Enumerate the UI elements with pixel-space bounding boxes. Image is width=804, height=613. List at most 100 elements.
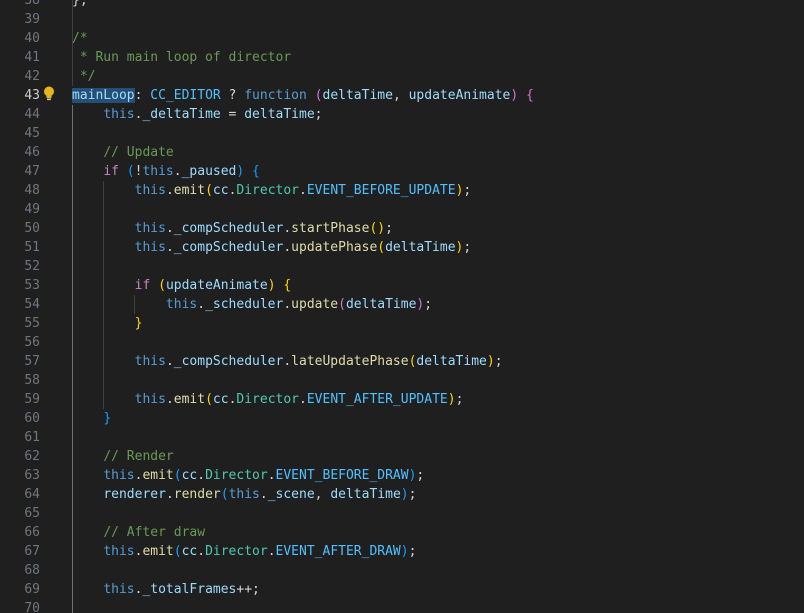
code-line[interactable]: 51 this._compScheduler.updatePhase(delta… bbox=[0, 238, 804, 257]
line-number[interactable]: 38 bbox=[0, 0, 40, 10]
code-token: . bbox=[165, 221, 174, 236]
line-number[interactable]: 45 bbox=[0, 124, 40, 143]
line-number[interactable]: 66 bbox=[0, 523, 40, 542]
line-number[interactable]: 41 bbox=[0, 48, 40, 67]
code-text[interactable]: this.emit(cc.Director.EVENT_BEFORE_DRAW)… bbox=[72, 466, 424, 485]
code-line[interactable]: 40 /* bbox=[0, 29, 804, 48]
code-token: } bbox=[134, 316, 143, 331]
code-editor[interactable]: 38}; 39 40/* 41 * Run main loop of director… bbox=[0, 0, 804, 613]
code-line[interactable]: 65 bbox=[0, 504, 804, 523]
line-number[interactable]: 57 bbox=[0, 352, 40, 371]
lightbulb-icon[interactable] bbox=[43, 86, 55, 102]
line-number[interactable]: 68 bbox=[0, 561, 40, 580]
line-number[interactable]: 70 bbox=[0, 599, 40, 613]
code-text[interactable]: mainLoop: CC_EDITOR ? function (deltaTim… bbox=[72, 86, 534, 105]
code-line[interactable]: 50 this._compScheduler.startPhase(); bbox=[0, 219, 804, 238]
code-text[interactable]: renderer.render(this._scene, deltaTime); bbox=[72, 485, 416, 504]
code-text[interactable]: // Update bbox=[72, 143, 173, 162]
code-text[interactable]: this._totalFrames++; bbox=[72, 580, 260, 599]
line-number[interactable]: 60 bbox=[0, 409, 40, 428]
line-number[interactable]: 63 bbox=[0, 466, 40, 485]
code-token: updatePhase bbox=[291, 240, 378, 255]
line-number[interactable]: 47 bbox=[0, 162, 40, 181]
code-text[interactable]: this._compScheduler.startPhase(); bbox=[72, 219, 393, 238]
code-line[interactable]: 68 bbox=[0, 561, 804, 580]
code-token: . bbox=[283, 240, 292, 255]
line-number[interactable]: 51 bbox=[0, 238, 40, 257]
code-text[interactable]: this._scheduler.update(deltaTime); bbox=[72, 295, 432, 314]
code-text[interactable]: this.emit(cc.Director.EVENT_BEFORE_UPDAT… bbox=[72, 181, 472, 200]
code-text[interactable]: /* bbox=[72, 29, 88, 48]
code-text[interactable]: this._compScheduler.updatePhase(deltaTim… bbox=[72, 238, 472, 257]
code-line[interactable]: 46 // Update bbox=[0, 143, 804, 162]
code-line[interactable]: 43 mainLoop: CC_EDITOR ? function (deltaT… bbox=[0, 86, 804, 105]
code-text[interactable]: this.emit(cc.Director.EVENT_AFTER_DRAW); bbox=[72, 542, 416, 561]
code-line[interactable]: 54 this._scheduler.update(deltaTime); bbox=[0, 295, 804, 314]
code-line[interactable]: 64 renderer.render(this._scene, deltaTim… bbox=[0, 485, 804, 504]
code-token: . bbox=[197, 297, 206, 312]
code-token: EVENT_BEFORE_UPDATE bbox=[306, 183, 456, 198]
code-line[interactable]: 55 } bbox=[0, 314, 804, 333]
code-text[interactable]: * Run main loop of director bbox=[72, 48, 291, 67]
code-line[interactable]: 39 bbox=[0, 10, 804, 29]
code-text[interactable]: if (updateAnimate) { bbox=[72, 276, 292, 295]
code-line[interactable]: 47 if (!this._paused) { bbox=[0, 162, 804, 181]
line-number[interactable]: 46 bbox=[0, 143, 40, 162]
code-line[interactable]: 67 this.emit(cc.Director.EVENT_AFTER_DRA… bbox=[0, 542, 804, 561]
line-number[interactable]: 62 bbox=[0, 447, 40, 466]
code-token: . bbox=[283, 297, 292, 312]
line-number[interactable]: 67 bbox=[0, 542, 40, 561]
code-text[interactable]: // Render bbox=[72, 447, 173, 466]
code-line[interactable]: 59 this.emit(cc.Director.EVENT_AFTER_UPD… bbox=[0, 390, 804, 409]
code-line[interactable]: 66 // After draw bbox=[0, 523, 804, 542]
code-line[interactable]: 58 bbox=[0, 371, 804, 390]
line-number[interactable]: 42 bbox=[0, 67, 40, 86]
code-line[interactable]: 62 // Render bbox=[0, 447, 804, 466]
code-line[interactable]: 41 * Run main loop of director bbox=[0, 48, 804, 67]
code-line[interactable]: 38}; bbox=[0, 0, 804, 10]
line-number[interactable]: 44 bbox=[0, 105, 40, 124]
line-number[interactable]: 58 bbox=[0, 371, 40, 390]
code-text[interactable]: }; bbox=[72, 0, 88, 10]
line-number[interactable]: 61 bbox=[0, 428, 40, 447]
code-line[interactable]: 45 bbox=[0, 124, 804, 143]
line-number[interactable]: 49 bbox=[0, 200, 40, 219]
line-number[interactable]: 59 bbox=[0, 390, 40, 409]
line-number[interactable]: 55 bbox=[0, 314, 40, 333]
line-number[interactable]: 48 bbox=[0, 181, 40, 200]
code-text[interactable]: this._deltaTime = deltaTime; bbox=[72, 105, 322, 124]
line-number[interactable]: 56 bbox=[0, 333, 40, 352]
code-line[interactable]: 49 bbox=[0, 200, 804, 219]
line-number[interactable]: 65 bbox=[0, 504, 40, 523]
line-number[interactable]: 53 bbox=[0, 276, 40, 295]
line-number[interactable]: 39 bbox=[0, 10, 40, 29]
code-line[interactable]: 61 bbox=[0, 428, 804, 447]
code-line[interactable]: 44 this._deltaTime = deltaTime; bbox=[0, 105, 804, 124]
code-text[interactable]: // After draw bbox=[72, 523, 205, 542]
code-line[interactable]: 53 if (updateAnimate) { bbox=[0, 276, 804, 295]
line-number[interactable]: 69 bbox=[0, 580, 40, 599]
line-number[interactable]: 43 bbox=[0, 86, 40, 105]
code-line[interactable]: 69 this._totalFrames++; bbox=[0, 580, 804, 599]
code-text[interactable]: } bbox=[72, 314, 143, 333]
code-text[interactable]: } bbox=[72, 409, 111, 428]
code-line[interactable]: 70 bbox=[0, 599, 804, 613]
code-line[interactable]: 60 } bbox=[0, 409, 804, 428]
code-text[interactable]: this.emit(cc.Director.EVENT_AFTER_UPDATE… bbox=[72, 390, 464, 409]
line-number[interactable]: 52 bbox=[0, 257, 40, 276]
code-line[interactable]: 57 this._compScheduler.lateUpdatePhase(d… bbox=[0, 352, 804, 371]
line-number[interactable]: 54 bbox=[0, 295, 40, 314]
code-line[interactable]: 63 this.emit(cc.Director.EVENT_BEFORE_DR… bbox=[0, 466, 804, 485]
code-text[interactable]: this._compScheduler.lateUpdatePhase(delt… bbox=[72, 352, 503, 371]
line-number[interactable]: 50 bbox=[0, 219, 40, 238]
code-line[interactable]: 48 this.emit(cc.Director.EVENT_BEFORE_UP… bbox=[0, 181, 804, 200]
code-line[interactable]: 56 bbox=[0, 333, 804, 352]
code-line[interactable]: 42 */ bbox=[0, 67, 804, 86]
line-number[interactable]: 64 bbox=[0, 485, 40, 504]
line-number[interactable]: 40 bbox=[0, 29, 40, 48]
code-text[interactable]: if (!this._paused) { bbox=[72, 162, 260, 181]
code-line[interactable]: 52 bbox=[0, 257, 804, 276]
code-text[interactable]: */ bbox=[72, 67, 96, 86]
